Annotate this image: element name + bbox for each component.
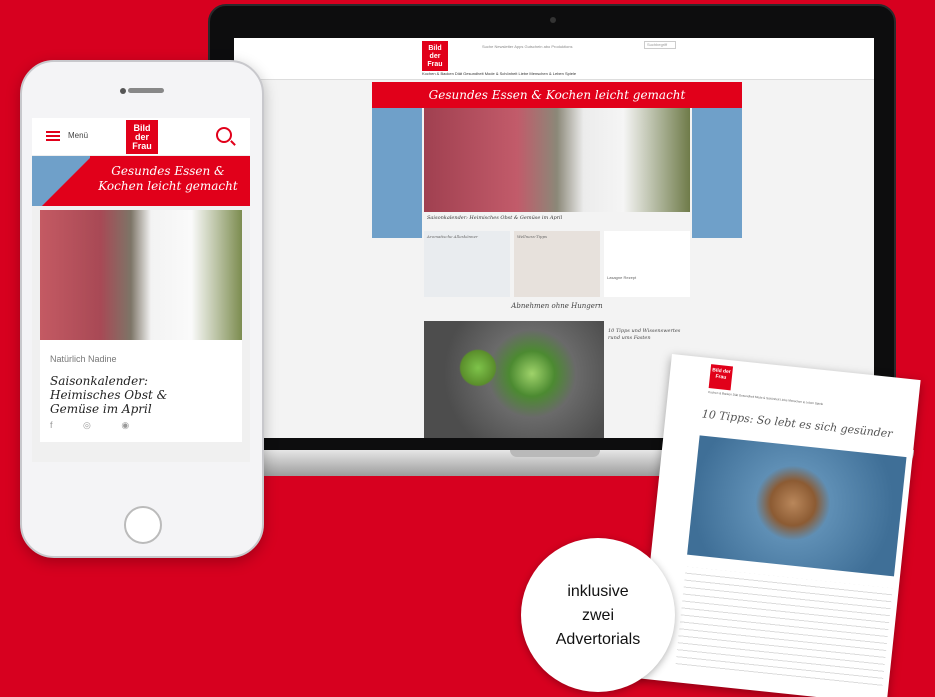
teaser-label: Aromatische Alleskönner (427, 234, 478, 239)
teaser-label: Lasagne Rezept (607, 275, 637, 280)
home-button[interactable] (124, 506, 162, 544)
advertorial-printout: Bild der Frau Kochen & Backen Diät Gesun… (637, 354, 921, 697)
mobile-banner-title: Gesundes Essen & Kochen leicht gemacht (98, 164, 238, 193)
phone-screen: Menü Bild der Frau Gesundes Essen & Koch… (32, 118, 250, 462)
print-logo: Bild der Frau (708, 364, 734, 391)
advertorial-badge: inklusive zwei Advertorials (521, 538, 675, 692)
search-input[interactable]: Suchbegriff (644, 41, 676, 49)
article-kicker: Natürlich Nadine (50, 354, 117, 364)
print-title: 10 Tipps: So lebt es sich gesünder (701, 407, 894, 441)
badge-line: inklusive (567, 583, 629, 600)
top-nav[interactable]: Suche Newsletter Apps Gutschein abo Prod… (482, 44, 573, 49)
teaser-label: Wellness-Tipps (517, 234, 548, 239)
banner-image (32, 156, 90, 206)
menu-label[interactable]: Menü (68, 131, 88, 140)
badge-text: inklusive zwei Advertorials (521, 580, 675, 652)
print-body-text (675, 566, 893, 688)
side-article-title[interactable]: 10 Tipps und Wissenswertes rund ums Fast… (608, 328, 692, 342)
mobile-banner: Gesundes Essen & Kochen leicht gemacht (32, 156, 250, 206)
site-logo[interactable]: Bild der Frau (422, 41, 448, 71)
article-image[interactable] (424, 321, 604, 438)
laptop-camera (550, 17, 556, 23)
share-icons[interactable]: f ◎ ◉ (50, 420, 143, 431)
hero-image[interactable] (424, 108, 690, 212)
hamburger-icon[interactable] (46, 131, 60, 141)
main-nav[interactable]: Kochen & Backen Diät Gesundheit Mode & S… (422, 71, 576, 76)
mobile-hero-image[interactable] (40, 210, 242, 340)
phone-speaker (128, 88, 164, 93)
print-nav: Kochen & Backen Diät Gesundheit Mode & S… (708, 390, 824, 407)
banner-side-image-right (692, 108, 742, 238)
teaser-card[interactable]: Lasagne Rezept (604, 231, 690, 297)
badge-line: zwei (581, 607, 614, 624)
laptop-notch (510, 450, 600, 457)
section-heading: Abnehmen ohne Hungern (511, 302, 603, 310)
teaser-card[interactable]: Wellness-Tipps (514, 231, 600, 297)
badge-line: Advertorials (555, 631, 641, 648)
print-photo (687, 435, 907, 577)
banner-side-image-left (372, 108, 422, 238)
category-banner: Gesundes Essen & Kochen leicht gemacht (372, 82, 742, 108)
hero-caption[interactable]: Saisonkalender: Heimisches Obst & Gemüse… (424, 212, 690, 224)
mobile-logo[interactable]: Bild der Frau (126, 120, 158, 154)
phone-camera (120, 88, 126, 94)
search-icon[interactable] (216, 127, 232, 143)
article-title[interactable]: Saisonkalender: Heimisches Obst & Gemüse… (50, 374, 210, 416)
teaser-card[interactable]: Aromatische Alleskönner (424, 231, 510, 297)
